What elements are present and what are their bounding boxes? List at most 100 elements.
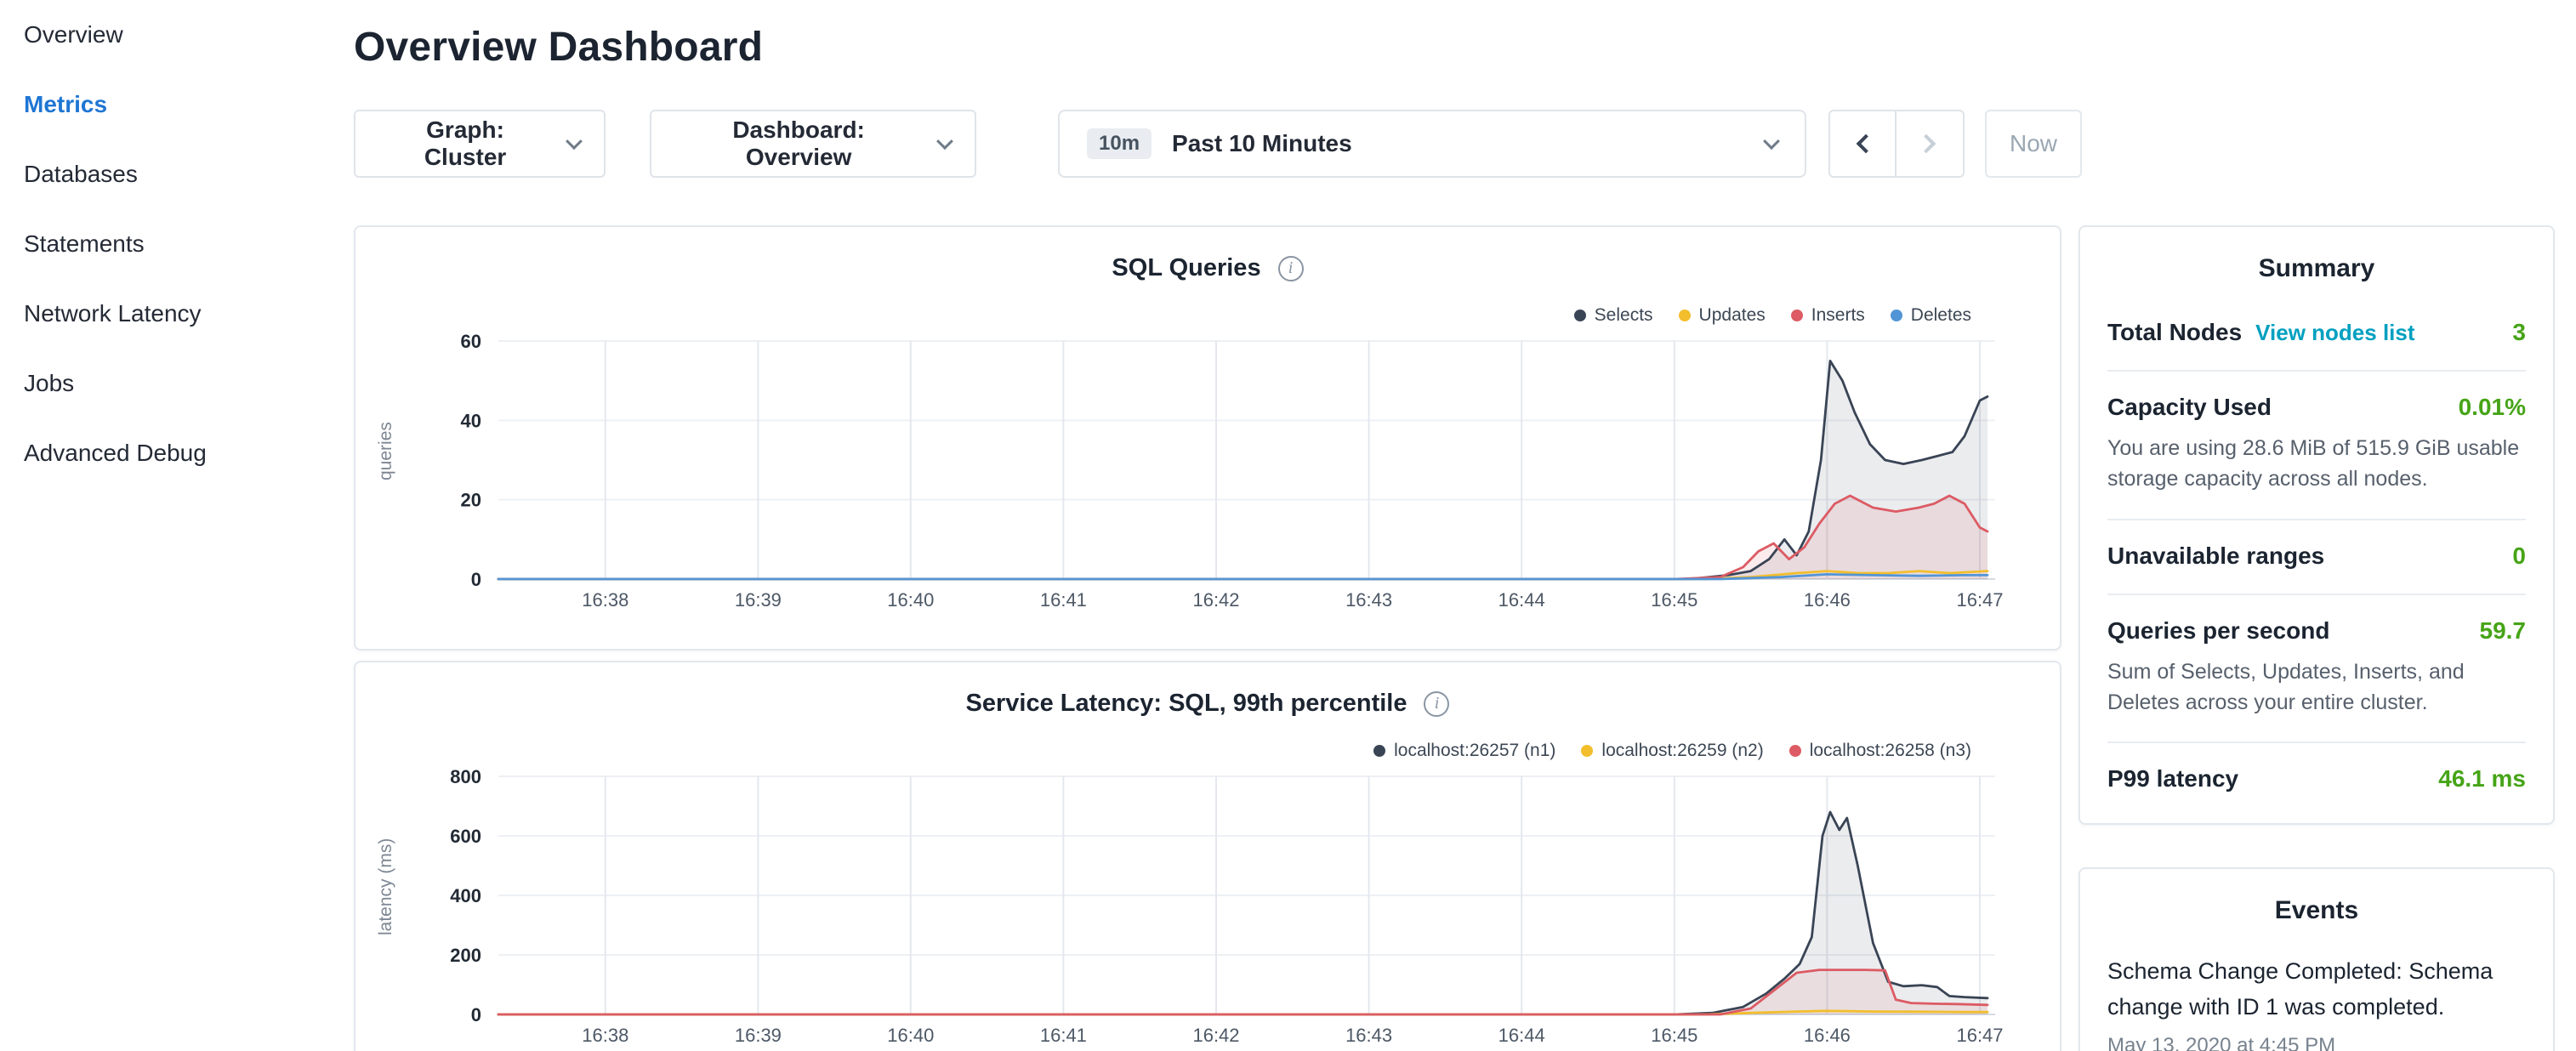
svg-text:16:43: 16:43 bbox=[1345, 589, 1392, 611]
dashboard-controls: Graph: Cluster Dashboard: Overview 10m P… bbox=[354, 110, 2576, 178]
svg-text:16:42: 16:42 bbox=[1192, 1025, 1239, 1046]
sidebar-item-label: Jobs bbox=[24, 370, 74, 397]
dashboard-select-dropdown[interactable]: Dashboard: Overview bbox=[650, 110, 976, 178]
svg-text:16:44: 16:44 bbox=[1498, 589, 1545, 611]
sidebar-item-advanced-debug[interactable]: Advanced Debug bbox=[0, 418, 330, 488]
time-back-button[interactable] bbox=[1828, 110, 1896, 178]
graph-scope-dropdown[interactable]: Graph: Cluster bbox=[354, 110, 606, 178]
svg-text:16:47: 16:47 bbox=[1956, 1025, 2003, 1046]
legend-dot-icon bbox=[1679, 310, 1691, 321]
events-panel: Events Schema Change Completed: Schema c… bbox=[2078, 867, 2555, 1051]
summary-subtext: You are using 28.6 MiB of 515.9 GiB usab… bbox=[2107, 433, 2526, 495]
svg-text:0: 0 bbox=[471, 1004, 481, 1025]
svg-text:16:41: 16:41 bbox=[1040, 1025, 1087, 1046]
svg-text:16:40: 16:40 bbox=[887, 589, 934, 611]
svg-text:0: 0 bbox=[471, 569, 481, 590]
time-forward-button[interactable] bbox=[1896, 110, 1965, 178]
charts-column: SQL Queries i SelectsUpdatesInsertsDelet… bbox=[354, 225, 2061, 1051]
summary-value: 0.01% bbox=[2459, 394, 2526, 421]
summary-row-p99-latency: P99 latency 46.1 ms bbox=[2107, 743, 2526, 816]
time-window-dropdown[interactable]: 10m Past 10 Minutes bbox=[1058, 110, 1806, 178]
legend-dot-icon bbox=[1791, 310, 1803, 321]
app-root: Overview Metrics Databases Statements Ne… bbox=[0, 0, 2576, 1051]
right-column: Summary Total Nodes View nodes list 3 Ca… bbox=[2078, 225, 2555, 1051]
legend-dot-icon bbox=[1891, 310, 1902, 321]
events-title: Events bbox=[2107, 869, 2526, 925]
sidebar-item-metrics[interactable]: Metrics bbox=[0, 70, 330, 139]
summary-subtext: Sum of Selects, Updates, Inserts, and De… bbox=[2107, 656, 2526, 719]
svg-text:16:46: 16:46 bbox=[1804, 589, 1851, 611]
dashboard-body: SQL Queries i SelectsUpdatesInsertsDelet… bbox=[354, 225, 2576, 1051]
sidebar-item-overview[interactable]: Overview bbox=[0, 0, 330, 70]
time-window-label: Past 10 Minutes bbox=[1172, 130, 1352, 157]
summary-row-unavailable-ranges: Unavailable ranges 0 bbox=[2107, 520, 2526, 595]
sidebar-item-jobs[interactable]: Jobs bbox=[0, 349, 330, 418]
page-title: Overview Dashboard bbox=[354, 24, 2576, 71]
chevron-down-icon bbox=[1763, 133, 1780, 150]
graph-scope-label: Graph: Cluster bbox=[383, 116, 548, 171]
svg-text:16:45: 16:45 bbox=[1651, 1025, 1697, 1046]
sidebar-item-label: Metrics bbox=[24, 91, 107, 118]
sidebar-item-databases[interactable]: Databases bbox=[0, 139, 330, 209]
summary-row-capacity-used: Capacity Used 0.01% You are using 28.6 M… bbox=[2107, 372, 2526, 520]
time-step-buttons bbox=[1828, 110, 1965, 178]
view-nodes-list-link[interactable]: View nodes list bbox=[2255, 320, 2414, 346]
chevron-down-icon bbox=[936, 133, 953, 150]
svg-text:16:39: 16:39 bbox=[735, 1025, 782, 1046]
summary-label: Capacity Used bbox=[2107, 394, 2272, 421]
svg-text:60: 60 bbox=[461, 331, 481, 352]
svg-text:16:42: 16:42 bbox=[1192, 589, 1239, 611]
main-content: Overview Dashboard Graph: Cluster Dashbo… bbox=[330, 0, 2576, 1051]
event-item-text: Schema Change Completed: Schema change w… bbox=[2107, 954, 2526, 1025]
sql-queries-chart: 020406016:3816:3916:4016:4116:4216:4316:… bbox=[396, 321, 2036, 618]
chevron-down-icon bbox=[566, 133, 583, 150]
svg-text:16:40: 16:40 bbox=[887, 1025, 934, 1046]
sidebar-item-label: Network Latency bbox=[24, 300, 202, 327]
svg-text:16:38: 16:38 bbox=[582, 1025, 628, 1046]
svg-text:16:45: 16:45 bbox=[1651, 589, 1697, 611]
svg-text:16:47: 16:47 bbox=[1956, 589, 2003, 611]
summary-value: 3 bbox=[2512, 319, 2526, 346]
info-icon[interactable]: i bbox=[1278, 256, 1304, 281]
y-axis-label: queries bbox=[376, 349, 396, 554]
svg-text:16:38: 16:38 bbox=[582, 589, 628, 611]
summary-panel: Summary Total Nodes View nodes list 3 Ca… bbox=[2078, 225, 2555, 825]
svg-text:20: 20 bbox=[461, 490, 481, 511]
svg-text:16:46: 16:46 bbox=[1804, 1025, 1851, 1046]
svg-text:200: 200 bbox=[450, 945, 481, 966]
chevron-right-icon bbox=[1917, 134, 1936, 154]
sidebar-item-label: Databases bbox=[24, 161, 138, 188]
sidebar-item-label: Statements bbox=[24, 230, 145, 258]
service-latency-chart: 0 200 400 600 800 16:38 16:39 16:40 16:41 16:42 16… bbox=[396, 756, 2036, 1051]
svg-text:400: 400 bbox=[450, 885, 481, 906]
sidebar-item-label: Overview bbox=[24, 21, 123, 48]
service-latency-chart-card: Service Latency: SQL, 99th percentile i … bbox=[354, 661, 2061, 1051]
summary-label: P99 latency bbox=[2107, 765, 2238, 793]
y-axis-label: latency (ms) bbox=[376, 785, 396, 989]
summary-label: Queries per second bbox=[2107, 617, 2329, 645]
svg-text:800: 800 bbox=[450, 766, 481, 787]
svg-text:16:44: 16:44 bbox=[1498, 1025, 1545, 1046]
dashboard-select-label: Dashboard: Overview bbox=[679, 116, 918, 171]
chart-title-row: SQL Queries i bbox=[355, 227, 2060, 282]
summary-row-total-nodes: Total Nodes View nodes list 3 bbox=[2107, 297, 2526, 372]
now-button[interactable]: Now bbox=[1985, 110, 2082, 178]
time-window-badge: 10m bbox=[1087, 128, 1152, 159]
summary-row-queries-per-second: Queries per second 59.7 Sum of Selects, … bbox=[2107, 595, 2526, 744]
summary-title: Summary bbox=[2107, 227, 2526, 283]
chart-title: Service Latency: SQL, 99th percentile bbox=[966, 690, 1407, 718]
sidebar-item-network-latency[interactable]: Network Latency bbox=[0, 279, 330, 349]
info-icon[interactable]: i bbox=[1424, 691, 1449, 717]
sidebar-item-statements[interactable]: Statements bbox=[0, 209, 330, 279]
sidebar: Overview Metrics Databases Statements Ne… bbox=[0, 0, 330, 1051]
svg-text:600: 600 bbox=[450, 826, 481, 847]
summary-value: 0 bbox=[2512, 543, 2526, 570]
summary-value: 59.7 bbox=[2480, 617, 2527, 645]
legend-dot-icon bbox=[1373, 745, 1385, 757]
legend-dot-icon bbox=[1574, 310, 1586, 321]
legend-dot-icon bbox=[1581, 745, 1593, 757]
sql-queries-chart-card: SQL Queries i SelectsUpdatesInsertsDelet… bbox=[354, 225, 2061, 650]
legend-dot-icon bbox=[1789, 745, 1801, 757]
summary-label: Total Nodes bbox=[2107, 319, 2242, 346]
chart-title: SQL Queries bbox=[1112, 254, 1260, 282]
